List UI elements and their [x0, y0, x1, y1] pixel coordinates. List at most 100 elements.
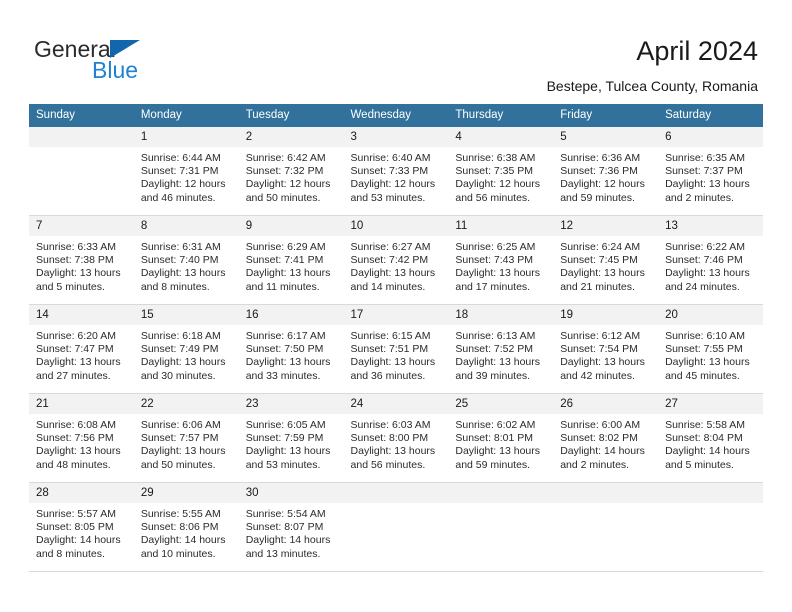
- calendar-day-cell[interactable]: 28 Sunrise: 5:57 AM Sunset: 8:05 PM Dayligh…: [29, 482, 134, 572]
- calendar-day-cell[interactable]: 9 Sunrise: 6:29 AM Sunset: 7:41 PM Daylight…: [238, 215, 344, 305]
- day-sun-info: Sunrise: 6:20 AM Sunset: 7:47 PM Daylight:…: [29, 325, 134, 383]
- day-daylight-line: Daylight: 13 hours: [455, 267, 541, 280]
- day-sunrise-line: Sunrise: 6:25 AM: [455, 241, 536, 253]
- day-sun-info: Sunrise: 6:03 AM Sunset: 8:00 PM Daylight:…: [344, 414, 449, 472]
- day-daylight-line: Daylight: 13 hours: [36, 267, 121, 280]
- day-sunset-line: Sunset: 7:40 PM: [140, 254, 219, 267]
- calendar-day-cell[interactable]: 5 Sunrise: 6:36 AM Sunset: 7:36 PM Daylight…: [553, 126, 659, 216]
- day-sunset-line: Sunset: 7:31 PM: [140, 165, 219, 178]
- day-number: [658, 483, 763, 503]
- day-sun-info: Sunrise: 6:18 AM Sunset: 7:49 PM Daylight:…: [134, 325, 239, 383]
- day-number: 3: [343, 127, 449, 147]
- calendar-day-cell[interactable]: 12 Sunrise: 6:24 AM Sunset: 7:45 PM Dayligh…: [553, 215, 659, 305]
- day-daylight-line: Daylight: 13 hours: [36, 356, 121, 369]
- logo-triangle-icon: [110, 40, 140, 58]
- day-sunset-line: Sunset: 8:01 PM: [455, 432, 534, 445]
- calendar-grid: Sunday Monday Tuesday Wednesday Thursday…: [29, 104, 763, 572]
- calendar-day-cell[interactable]: 10 Sunrise: 6:27 AM Sunset: 7:42 PM Dayligh…: [343, 215, 449, 305]
- calendar-day-cell[interactable]: 24 Sunrise: 6:03 AM Sunset: 8:00 PM Dayligh…: [343, 393, 449, 483]
- calendar-empty-cell: [658, 482, 763, 572]
- day-sun-info: Sunrise: 6:33 AM Sunset: 7:38 PM Daylight:…: [29, 236, 134, 294]
- calendar-day-cell[interactable]: 15 Sunrise: 6:18 AM Sunset: 7:49 PM Dayligh…: [133, 304, 239, 394]
- day-sunrise-line: Sunrise: 6:29 AM: [245, 241, 326, 253]
- day-sunset-line: Sunset: 7:42 PM: [350, 254, 429, 267]
- calendar-day-cell[interactable]: 20 Sunrise: 6:10 AM Sunset: 7:55 PM Dayligh…: [658, 304, 763, 394]
- calendar-day-cell[interactable]: 2 Sunrise: 6:42 AM Sunset: 7:32 PM Daylight…: [238, 126, 344, 216]
- day-sunset-line: Sunset: 7:56 PM: [36, 432, 114, 445]
- day-daylight-line: and 5 minutes.: [665, 458, 734, 471]
- calendar-day-cell[interactable]: 23 Sunrise: 6:05 AM Sunset: 7:59 PM Dayligh…: [238, 393, 344, 483]
- day-sunrise-line: Sunrise: 6:00 AM: [560, 419, 641, 431]
- day-sunrise-line: Sunrise: 5:55 AM: [140, 508, 221, 520]
- calendar-day-cell[interactable]: 25 Sunrise: 6:02 AM Sunset: 8:01 PM Dayligh…: [448, 393, 554, 483]
- day-number: 22: [133, 394, 239, 414]
- calendar-day-cell[interactable]: 27 Sunrise: 5:58 AM Sunset: 8:04 PM Dayligh…: [658, 393, 763, 483]
- day-daylight-line: and 56 minutes.: [350, 458, 426, 471]
- day-number: 20: [658, 305, 763, 325]
- day-sun-info: Sunrise: 5:55 AM Sunset: 8:06 PM Daylight:…: [134, 503, 239, 561]
- day-sun-info: Sunrise: 6:25 AM Sunset: 7:43 PM Daylight:…: [448, 236, 553, 294]
- weekday-header-wednesday: Wednesday: [343, 104, 449, 127]
- calendar-day-cell[interactable]: 3 Sunrise: 6:40 AM Sunset: 7:33 PM Daylight…: [343, 126, 449, 216]
- day-sunrise-line: Sunrise: 6:03 AM: [350, 419, 431, 431]
- calendar-day-cell[interactable]: 11 Sunrise: 6:25 AM Sunset: 7:43 PM Dayligh…: [448, 215, 554, 305]
- calendar-day-cell[interactable]: 26 Sunrise: 6:00 AM Sunset: 8:02 PM Dayligh…: [553, 393, 659, 483]
- calendar-day-cell[interactable]: 21 Sunrise: 6:08 AM Sunset: 7:56 PM Dayligh…: [29, 393, 134, 483]
- day-daylight-line: and 53 minutes.: [245, 458, 321, 471]
- calendar-day-cell[interactable]: 14 Sunrise: 6:20 AM Sunset: 7:47 PM Dayligh…: [29, 304, 134, 394]
- day-sun-info: Sunrise: 6:42 AM Sunset: 7:32 PM Daylight:…: [239, 147, 344, 205]
- day-sunrise-line: Sunrise: 5:58 AM: [665, 419, 746, 431]
- day-sunset-line: Sunset: 8:06 PM: [140, 521, 219, 534]
- calendar-day-cell[interactable]: 1 Sunrise: 6:44 AM Sunset: 7:31 PM Daylight…: [133, 126, 239, 216]
- day-sunrise-line: Sunrise: 6:08 AM: [36, 419, 116, 431]
- day-daylight-line: Daylight: 12 hours: [140, 178, 226, 191]
- calendar-day-cell[interactable]: 30 Sunrise: 5:54 AM Sunset: 8:07 PM Dayligh…: [238, 482, 344, 572]
- day-number: 2: [238, 127, 344, 147]
- calendar-day-cell[interactable]: 4 Sunrise: 6:38 AM Sunset: 7:35 PM Daylight…: [448, 126, 554, 216]
- day-number: 9: [238, 216, 344, 236]
- calendar-day-cell[interactable]: 22 Sunrise: 6:06 AM Sunset: 7:57 PM Dayligh…: [133, 393, 239, 483]
- day-sun-info: Sunrise: 6:40 AM Sunset: 7:33 PM Daylight:…: [344, 147, 449, 205]
- day-number: 27: [658, 394, 763, 414]
- calendar-day-cell[interactable]: 13 Sunrise: 6:22 AM Sunset: 7:46 PM Dayligh…: [658, 215, 763, 305]
- day-daylight-line: Daylight: 13 hours: [350, 445, 436, 458]
- day-daylight-line: and 42 minutes.: [560, 369, 635, 382]
- calendar-day-cell[interactable]: 19 Sunrise: 6:12 AM Sunset: 7:54 PM Dayligh…: [553, 304, 659, 394]
- page-header: General Blue April 2024 Bestepe, Tulcea …: [0, 0, 792, 104]
- day-daylight-line: and 50 minutes.: [140, 458, 216, 471]
- day-sunset-line: Sunset: 7:52 PM: [455, 343, 534, 356]
- day-daylight-line: Daylight: 13 hours: [140, 445, 226, 458]
- day-sunset-line: Sunset: 8:07 PM: [245, 521, 324, 534]
- day-sunrise-line: Sunrise: 6:24 AM: [560, 241, 641, 253]
- day-sun-info: Sunrise: 5:57 AM Sunset: 8:05 PM Daylight:…: [29, 503, 134, 561]
- calendar-empty-cell: [29, 126, 134, 216]
- calendar-day-cell[interactable]: 16 Sunrise: 6:17 AM Sunset: 7:50 PM Dayligh…: [238, 304, 344, 394]
- day-sunrise-line: Sunrise: 6:35 AM: [665, 152, 746, 164]
- logo-text-blue: Blue: [92, 57, 139, 83]
- day-sunrise-line: Sunrise: 6:33 AM: [36, 241, 116, 253]
- day-daylight-line: Daylight: 13 hours: [350, 356, 436, 369]
- calendar-empty-cell: [448, 482, 554, 572]
- day-daylight-line: Daylight: 13 hours: [140, 267, 226, 280]
- day-number: 6: [658, 127, 763, 147]
- calendar-day-cell[interactable]: 7 Sunrise: 6:33 AM Sunset: 7:38 PM Daylight…: [29, 215, 134, 305]
- day-number: 18: [448, 305, 554, 325]
- calendar-day-cell[interactable]: 6 Sunrise: 6:35 AM Sunset: 7:37 PM Daylight…: [658, 126, 763, 216]
- calendar-empty-cell: [343, 482, 449, 572]
- day-daylight-line: and 50 minutes.: [245, 191, 321, 204]
- day-daylight-line: and 13 minutes.: [245, 547, 321, 560]
- calendar-day-cell[interactable]: 18 Sunrise: 6:13 AM Sunset: 7:52 PM Dayligh…: [448, 304, 554, 394]
- calendar-day-cell[interactable]: 29 Sunrise: 5:55 AM Sunset: 8:06 PM Dayligh…: [133, 482, 239, 572]
- calendar-day-cell[interactable]: 8 Sunrise: 6:31 AM Sunset: 7:40 PM Daylight…: [133, 215, 239, 305]
- day-number: 28: [29, 483, 134, 503]
- day-sunset-line: Sunset: 7:38 PM: [36, 254, 114, 267]
- day-daylight-line: Daylight: 13 hours: [560, 267, 645, 280]
- day-sunrise-line: Sunrise: 6:05 AM: [245, 419, 326, 431]
- day-number: 11: [448, 216, 554, 236]
- calendar-table: Sunday Monday Tuesday Wednesday Thursday…: [29, 104, 763, 572]
- day-sun-info: Sunrise: 6:35 AM Sunset: 7:37 PM Daylight:…: [658, 147, 763, 205]
- calendar-day-cell[interactable]: 17 Sunrise: 6:15 AM Sunset: 7:51 PM Dayligh…: [343, 304, 449, 394]
- day-daylight-line: and 24 minutes.: [665, 280, 740, 293]
- day-number: 5: [553, 127, 659, 147]
- day-daylight-line: and 48 minutes.: [36, 458, 111, 471]
